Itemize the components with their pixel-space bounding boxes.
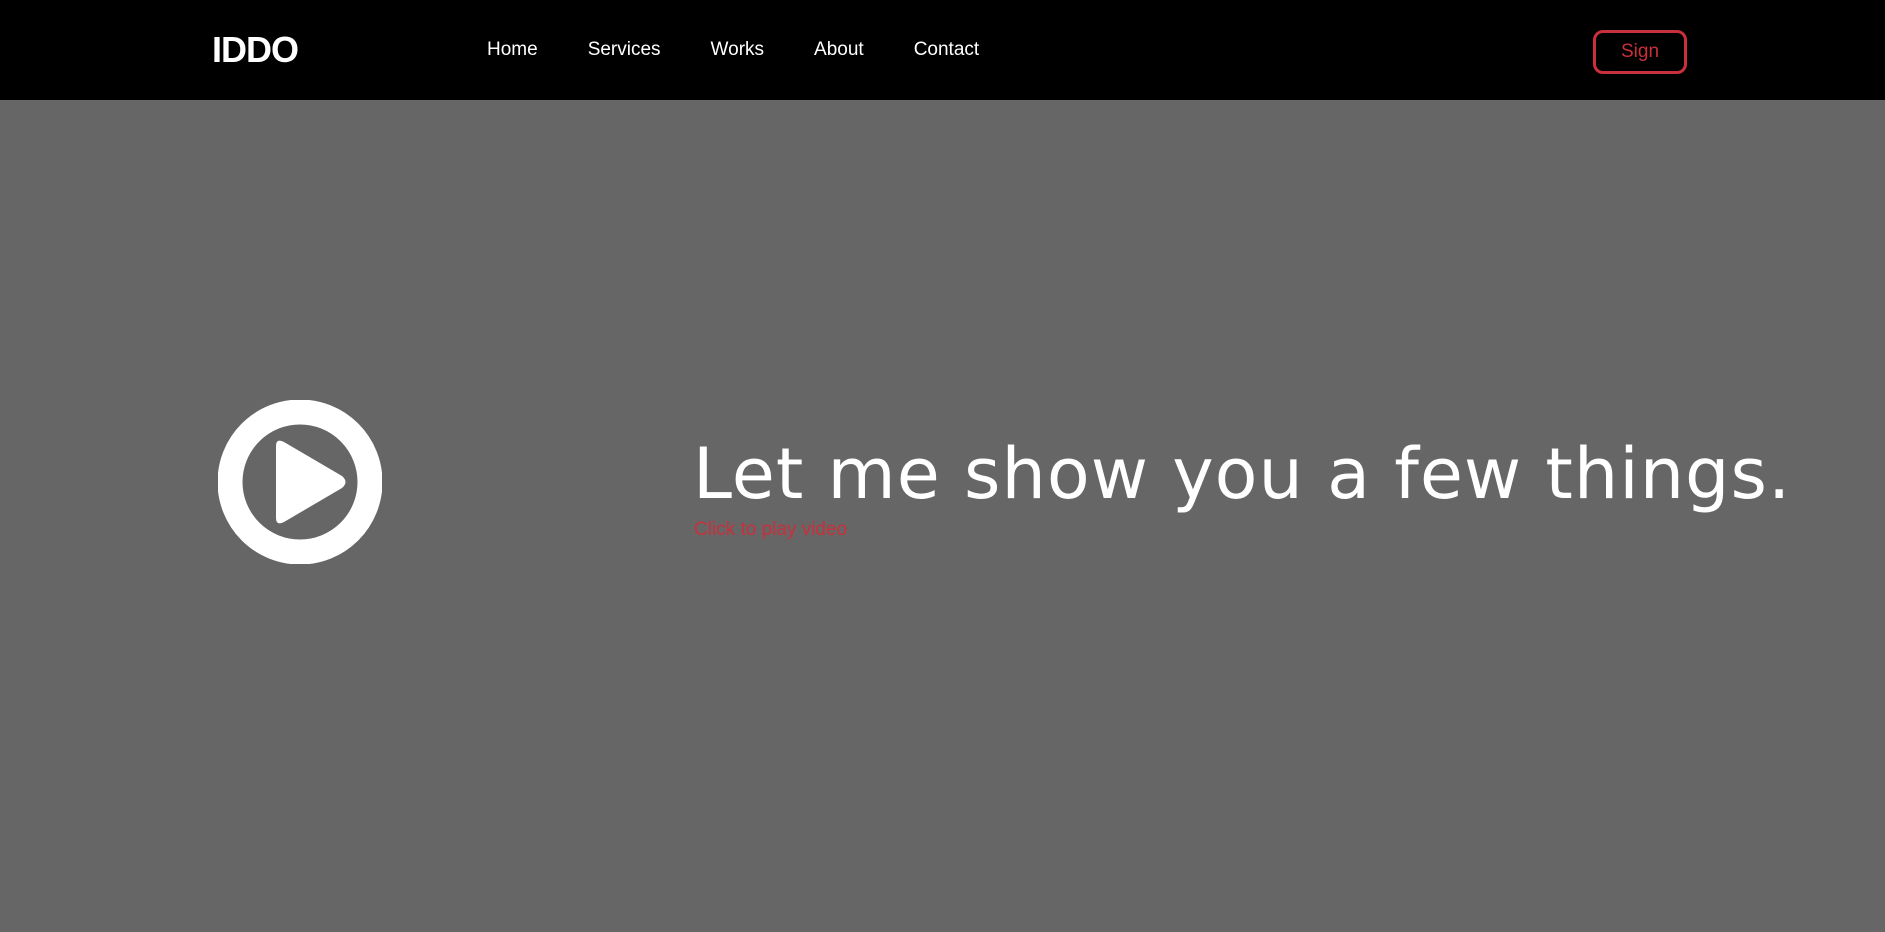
- hero-headline: Let me show you a few things.: [693, 433, 1792, 515]
- play-video-link[interactable]: Click to play video: [694, 518, 847, 542]
- nav-contact-link[interactable]: Contact: [914, 36, 979, 64]
- play-video-button[interactable]: [217, 399, 383, 565]
- play-circle-icon: [217, 399, 383, 565]
- nav-home-link[interactable]: Home: [487, 36, 538, 64]
- sign-button[interactable]: Sign: [1593, 30, 1687, 74]
- main-nav: Home Services Works About Contact: [487, 36, 1029, 64]
- nav-about-link[interactable]: About: [814, 36, 864, 64]
- logo[interactable]: IDDO: [212, 28, 299, 72]
- top-navbar: IDDO Home Services Works About Contact S…: [0, 0, 1885, 100]
- nav-services-link[interactable]: Services: [588, 36, 661, 64]
- nav-works-link[interactable]: Works: [711, 36, 764, 64]
